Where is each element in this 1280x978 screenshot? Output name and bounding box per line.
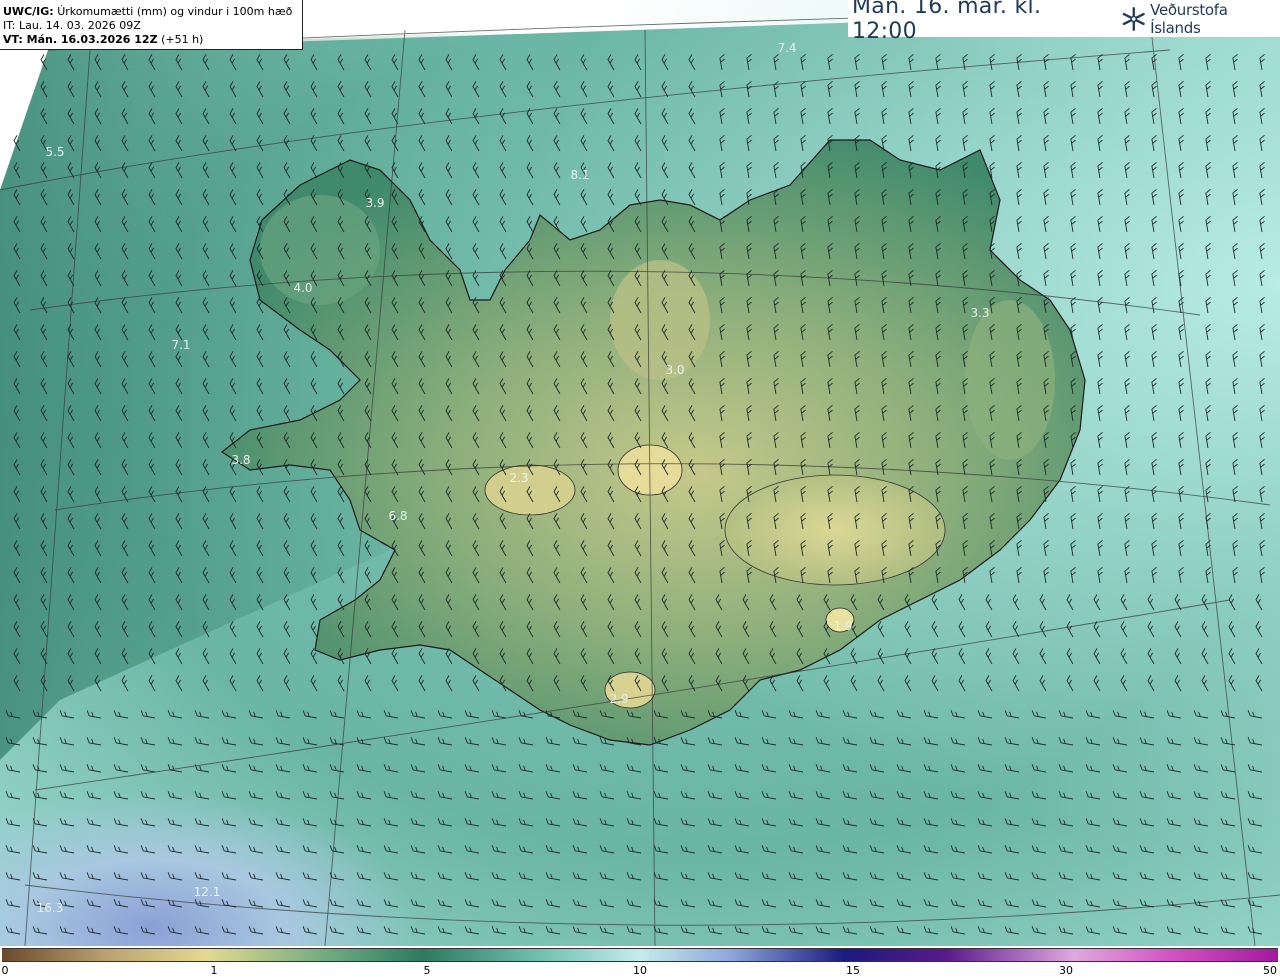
colorbar-tick-label: 15 bbox=[846, 964, 860, 977]
field-description: Úrkomumætti (mm) og vindur i 100m hæð bbox=[57, 5, 293, 18]
map-value-label: 1.9 bbox=[833, 619, 852, 633]
colorbar-tick-label: 0 bbox=[1, 964, 9, 977]
snowflake-logo-icon bbox=[1122, 6, 1145, 31]
logo-text: Veðurstofa Íslands bbox=[1150, 0, 1228, 37]
lead-time: (+51 h) bbox=[161, 33, 204, 46]
map-value-label: 2.3 bbox=[509, 471, 528, 485]
vedurstofa-logo[interactable]: Veðurstofa Íslands bbox=[1121, 1, 1280, 37]
map-value-label: 6.8 bbox=[388, 509, 407, 523]
colorbar-tick-label: 5 bbox=[423, 964, 431, 977]
colorbar-gradient bbox=[2, 948, 1278, 962]
map-value-label: 7.1 bbox=[171, 338, 190, 352]
colorbar-tick-label: 30 bbox=[1059, 964, 1073, 977]
map-value-label: 8.1 bbox=[570, 168, 589, 182]
map-value-label: 2.9 bbox=[609, 692, 628, 706]
map-value-label: 16.3 bbox=[37, 901, 64, 915]
init-time: IT: Lau. 14. 03. 2026 09Z bbox=[3, 19, 141, 32]
map-value-label: 5.5 bbox=[45, 145, 64, 159]
map-value-label: 7.4 bbox=[777, 41, 796, 55]
precipitation-wind-map: 7.4 5.5 8.1 3.9 4.0 7.1 3.3 3.0 3.8 2.3 … bbox=[0, 0, 1280, 946]
forecast-info-box: UWC/IG: Úrkomumætti (mm) og vindur i 100… bbox=[0, 0, 303, 50]
colorbar: 0 1 5 10 15 30 50 bbox=[0, 946, 1280, 978]
map-value-label: 3.3 bbox=[970, 306, 989, 320]
map-value-label: 4.0 bbox=[293, 281, 312, 295]
valid-time: VT: Mán. 16.03.2026 12Z bbox=[3, 33, 158, 46]
colorbar-tick-label: 50 bbox=[1263, 964, 1277, 977]
colorbar-tick-label: 1 bbox=[210, 964, 218, 977]
map-value-label: 3.0 bbox=[665, 363, 684, 377]
map-value-label: 12.1 bbox=[194, 885, 221, 899]
map-value-label: 3.9 bbox=[365, 196, 384, 210]
header: Mán. 16. mar. kl. 12:00 Veðurstofa Íslan… bbox=[848, 0, 1280, 44]
map-value-label: 3.8 bbox=[231, 453, 250, 467]
valid-time-title: Mán. 16. mar. kl. 12:00 bbox=[852, 0, 1042, 44]
model-label: UWC/IG: bbox=[3, 5, 54, 18]
colorbar-tick-label: 10 bbox=[633, 964, 647, 977]
